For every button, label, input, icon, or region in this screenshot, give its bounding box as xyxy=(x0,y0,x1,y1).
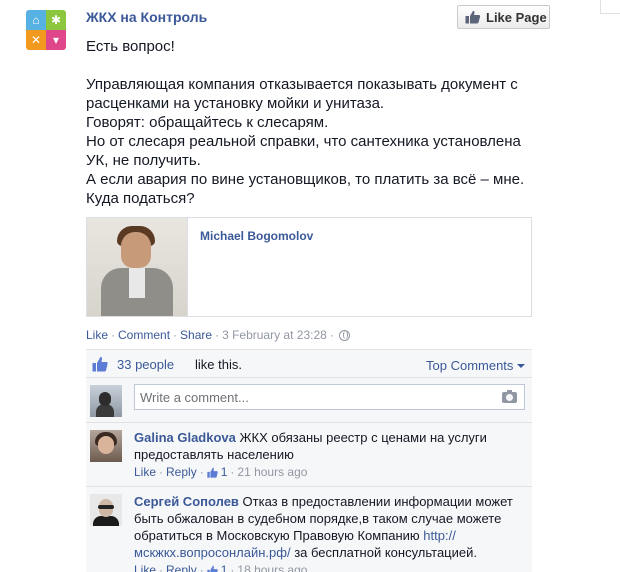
post-text: Есть вопрос! Управляющая компания отказы… xyxy=(86,37,556,208)
separator: · xyxy=(215,328,220,342)
thumbs-up-icon xyxy=(92,356,108,372)
post-timestamp[interactable]: 3 February at 23:28 xyxy=(222,328,327,342)
tools-icon: ✕ xyxy=(30,33,42,47)
avatar[interactable] xyxy=(90,430,122,462)
separator: · xyxy=(159,465,164,479)
post-line: Куда податься? xyxy=(86,190,195,207)
comment-like-count[interactable]: 1 xyxy=(221,562,228,572)
comment-reply-link[interactable]: Reply xyxy=(166,562,197,572)
comment-reply-link[interactable]: Reply xyxy=(166,464,197,481)
like-link[interactable]: Like xyxy=(86,328,108,342)
comment-like-link[interactable]: Like xyxy=(134,562,156,572)
feedback-section: 33 people like this. Top Comments Galina… xyxy=(86,349,532,572)
thumbs-up-icon xyxy=(207,467,218,478)
post-line: расценками на установку мойки и унитаза. xyxy=(86,95,385,112)
separator: · xyxy=(230,465,235,479)
comment-author[interactable]: Сергей Сополев xyxy=(134,494,239,509)
faucet-icon: ▾ xyxy=(52,33,60,47)
comment-item: Сергей Сополев Отказ в предоставлении ин… xyxy=(86,488,532,572)
post-actions: Like · Comment · Share · 3 February at 2… xyxy=(86,328,350,342)
like-page-button[interactable]: Like Page xyxy=(457,5,550,29)
page-name-link[interactable]: ЖКХ на Контроль xyxy=(86,9,207,25)
separator: · xyxy=(199,563,204,572)
likers-link[interactable]: 33 people xyxy=(117,357,174,372)
likes-summary: 33 people like this. Top Comments xyxy=(86,350,532,378)
comment-author[interactable]: Galina Gladkova xyxy=(134,430,236,445)
post-line: УК, не получить. xyxy=(86,152,201,169)
separator: · xyxy=(173,328,178,342)
post-line: Управляющая компания отказывается показы… xyxy=(86,76,518,93)
post-line: Есть вопрос! xyxy=(86,38,175,55)
divider xyxy=(187,218,188,316)
likes-suffix: like this. xyxy=(195,357,242,372)
comment-like-link[interactable]: Like xyxy=(134,464,156,481)
comment-text-after: за бесплатной консультацией. xyxy=(294,545,477,560)
caret-down-icon xyxy=(517,363,526,368)
comment-link[interactable]: Comment xyxy=(118,328,170,342)
separator: · xyxy=(329,328,334,342)
shared-profile-name[interactable]: Michael Bogomolov xyxy=(200,229,313,243)
shared-profile-card[interactable]: Michael Bogomolov xyxy=(86,217,532,317)
post-line: А если авария по вине установщиков, то п… xyxy=(86,171,525,188)
shared-profile-photo[interactable] xyxy=(87,218,187,316)
thumbs-up-icon xyxy=(465,10,481,24)
thumbs-up-icon xyxy=(207,565,218,572)
comment-timestamp[interactable]: 18 hours ago xyxy=(237,562,307,572)
separator: · xyxy=(199,465,204,479)
camera-icon[interactable] xyxy=(502,390,517,403)
comment-actions: Like · Reply · 1 · 21 hours ago xyxy=(134,464,524,481)
separator: · xyxy=(111,328,116,342)
top-comments-dropdown[interactable]: Top Comments xyxy=(426,358,526,373)
separator: · xyxy=(159,563,164,572)
bulb-icon: ✱ xyxy=(50,13,62,27)
comment-input[interactable] xyxy=(134,384,525,410)
globe-icon[interactable] xyxy=(338,329,350,341)
comment-item: Galina Gladkova ЖКХ обязаны реестр с цен… xyxy=(86,424,532,487)
avatar xyxy=(90,385,122,417)
top-comments-label: Top Comments xyxy=(426,358,514,373)
share-link[interactable]: Share xyxy=(180,328,212,342)
post-options-area[interactable] xyxy=(600,0,620,14)
post-line: Но от слесаря реальной справки, что сант… xyxy=(86,133,521,150)
comment-actions: Like · Reply · 1 · 18 hours ago xyxy=(134,562,524,572)
comment-like-count[interactable]: 1 xyxy=(221,464,228,481)
like-page-label: Like Page xyxy=(486,9,547,25)
comment-composer xyxy=(86,379,532,423)
home-icon: ⌂ xyxy=(32,13,40,27)
post-line: Говорят: обращайтесь к слесарям. xyxy=(86,114,329,131)
avatar[interactable] xyxy=(90,494,122,526)
comment-timestamp[interactable]: 21 hours ago xyxy=(237,464,307,481)
page-avatar[interactable]: ⌂ ✱ ✕ ▾ xyxy=(26,10,66,50)
separator: · xyxy=(230,563,235,572)
